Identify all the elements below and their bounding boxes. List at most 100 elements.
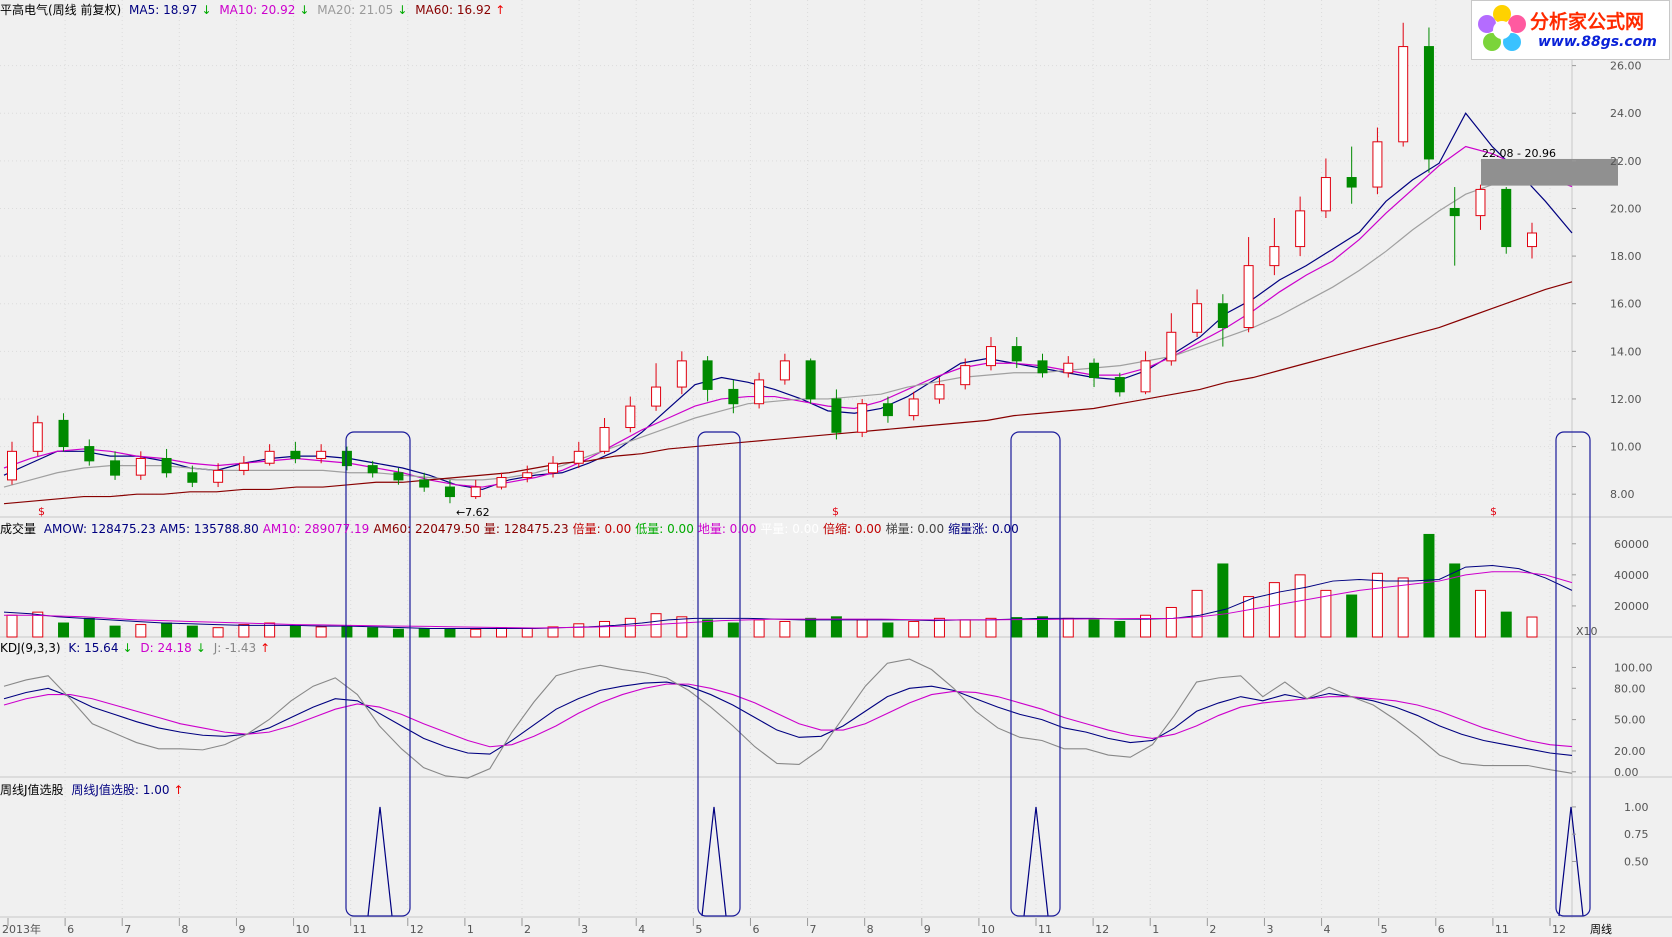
candle-body [1217,303,1228,329]
volume-bar [1191,589,1203,638]
volume-bar [6,614,18,638]
chart-canvas[interactable]: 22.08 - 20.96←7.62$ $ $ 8.0010.0012.0014.0… [0,0,1672,937]
volume-bar [1165,606,1177,638]
candle-body [857,403,868,433]
candle-body [882,403,893,417]
candle-body [702,360,713,390]
x-axis-label: 11 [353,923,367,936]
candle-body [651,386,662,407]
x-axis-label: 12 [1095,923,1109,936]
volume-axis-label: 20000 [1614,600,1649,613]
candle-body [1475,188,1486,217]
candle-body [1089,362,1100,379]
volume-bar [753,619,765,638]
kdj-k-label: K: 15.64 [68,641,119,655]
x-axis-label: 4 [1324,923,1331,936]
volume-bar [1500,611,1512,638]
price-panel-header: 平高电气(周线 前复权) MA5: 18.97 ↓ MA10: 20.92 ↓ MA… [0,3,506,17]
logo-title: 分析家公式网 [1530,11,1645,33]
x-axis-label: 2 [524,923,531,936]
price-axis-label: 18.00 [1610,250,1642,263]
candle-body [1192,303,1203,333]
x-axis-label: 12 [410,923,424,936]
volume-bar [212,627,224,638]
stock-title: 平高电气(周线 前复权) [0,3,122,17]
candle-body [1372,141,1383,188]
kdj-axis-label: 20.00 [1614,745,1646,758]
candle-body [1527,232,1537,248]
candle-body [1501,188,1512,248]
volume-stat-label: AMOW: 128475.23 [43,522,156,536]
price-axis-label: 20.00 [1610,202,1642,215]
zone-label: 22.08 - 20.96 [1482,147,1556,160]
low-price-label: ←7.62 [456,506,490,519]
candle-body [548,462,559,474]
candle-body [934,384,945,400]
volume-bar [1217,563,1229,638]
volume-stat-label: 量: 128475.23 [483,522,569,536]
volume-bar [1294,574,1306,638]
volume-bar [1449,563,1461,638]
volume-bar [289,625,301,638]
price-axis-label: 10.00 [1610,441,1642,454]
x-axis-label: 6 [67,923,74,936]
volume-stat-label: 低量: 0.00 [635,522,694,536]
dollar-marker: $ [38,505,45,518]
stock-chart-screen: 22.08 - 20.96 ←7.62 $ $ $ 8.00 10.00 12.00 14.0… [0,0,1672,937]
volume-title: 成交量 [0,522,37,536]
signal-value: 周线J值选股: 1.00 [71,783,170,797]
volume-bar [186,625,198,638]
ma60-label: MA60: 16.92 [415,3,492,17]
price-axis-label: 14.00 [1610,345,1642,358]
candle-body [1398,46,1409,143]
kdj-axis-label: 50.00 [1614,714,1646,727]
volume-bar [650,613,662,638]
volume-bar [470,628,482,638]
x-axis-label: 8 [181,923,188,936]
kdj-j-label: J: -1.43 [213,641,257,655]
candle-body [496,477,507,488]
candle-body [1140,360,1151,393]
candle-body [316,450,327,459]
volume-bar [315,626,327,638]
volume-bar [367,627,379,638]
candle-body [1423,46,1434,160]
x-axis-label: 7 [810,923,817,936]
volume-axis-label: 40000 [1614,569,1649,582]
volume-bar [1423,533,1435,638]
x-axis-band [0,918,1672,937]
x-axis-label: 10 [981,923,995,936]
volume-bar [779,620,791,638]
x-axis-label: 11 [1495,923,1509,936]
volume-stat-label: 缩量涨: 0.00 [948,522,1019,536]
candle-body [1114,377,1125,393]
site-logo: 分析家公式网 www.88gs.com [1471,0,1670,60]
ma5-label: MA5: 18.97 [129,3,198,17]
candle-body [1269,246,1280,267]
volume-bar [1397,577,1409,638]
candle-body [444,486,455,498]
kdj-axis-label: 80.00 [1614,682,1646,695]
logo-url: www.88gs.com [1538,34,1657,50]
signal-panel-header: 周线J值选股 周线J值选股: 1.00 ↑ [0,783,184,797]
candle-body [341,450,352,467]
dollar-marker: $ [832,505,839,518]
x-axis-label: 7 [124,923,131,936]
volume-stat-label: AM10: 289077.19 [262,522,370,536]
candle-body [1346,177,1357,188]
candle-body [805,360,816,400]
volume-bar [135,624,147,638]
candle-body [1063,362,1074,374]
volume-bar [599,620,611,638]
volume-stat-label: 倍缩: 0.00 [822,522,882,536]
volume-bar [985,617,997,638]
volume-bar [161,622,173,638]
candle-body [264,450,275,464]
volume-stat-label: AM60: 220479.50 [373,522,480,536]
volume-bar [495,627,507,638]
volume-bar [882,622,894,638]
signal-axis-label: 1.00 [1624,801,1649,814]
x-axis-label: 3 [581,923,588,936]
volume-stat-label: AM5: 135788.80 [159,522,259,536]
volume-axis-label: 60000 [1614,538,1649,551]
